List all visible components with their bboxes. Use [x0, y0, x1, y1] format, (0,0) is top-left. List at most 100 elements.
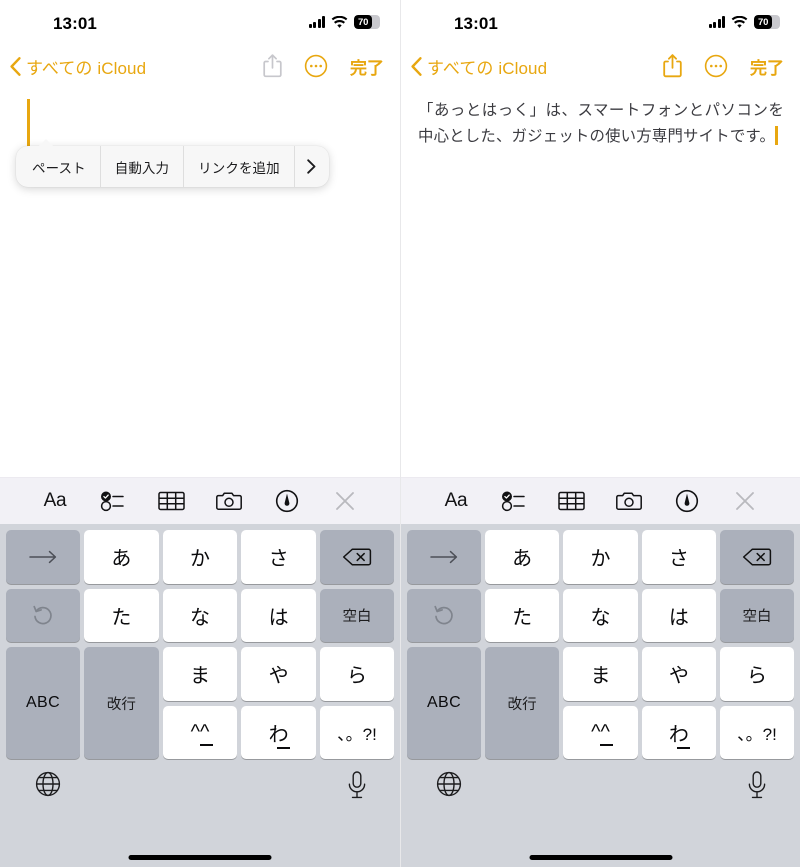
back-button-label: すべての iCloud	[427, 58, 548, 78]
status-bar-time: 13:01	[454, 14, 498, 33]
key-delete[interactable]	[720, 530, 794, 584]
note-editor[interactable]: 「あっとはっく」は、スマートフォンとパソコンを中心とした、ガジェットの使い方専門…	[401, 86, 800, 477]
format-aa-button[interactable]: Aa	[439, 484, 473, 518]
paste-menu-item-paste[interactable]: ペースト	[16, 146, 101, 187]
key-emoticon[interactable]: ^^	[563, 705, 638, 759]
key-ma[interactable]: ま	[162, 647, 238, 701]
battery-icon: 70	[354, 15, 380, 29]
navigation-actions: 完了	[663, 54, 784, 79]
key-wa[interactable]: わ	[641, 705, 716, 759]
note-editor[interactable]: ペースト 自動入力 リンクを追加	[0, 86, 400, 477]
key-underline	[600, 744, 614, 746]
key-ha[interactable]: は	[241, 588, 316, 642]
key-ka[interactable]: か	[162, 530, 238, 584]
table-button[interactable]	[555, 484, 589, 518]
key-underline	[199, 744, 213, 746]
share-icon	[263, 54, 282, 78]
close-icon	[336, 492, 354, 510]
status-bar: 13:01 70	[401, 0, 800, 46]
camera-icon	[215, 492, 242, 510]
battery-percent: 70	[358, 16, 369, 28]
back-button[interactable]: すべての iCloud	[411, 54, 547, 79]
key-ha[interactable]: は	[641, 588, 716, 642]
markup-pen-button[interactable]	[270, 484, 304, 518]
camera-icon	[615, 492, 642, 510]
note-text: 「あっとはっく」は、スマートフォンとパソコンを中心とした、ガジェットの使い方専門…	[418, 102, 784, 145]
key-delete[interactable]	[319, 530, 394, 584]
format-toolbar: Aa	[0, 477, 400, 524]
key-ma[interactable]: ま	[563, 647, 638, 701]
key-na[interactable]: な	[162, 588, 238, 642]
key-ra[interactable]: ら	[720, 647, 794, 701]
key-space[interactable]: 空白	[319, 588, 394, 642]
key-underline	[276, 747, 290, 749]
close-keyboard-button[interactable]	[328, 484, 362, 518]
key-ya[interactable]: や	[241, 647, 316, 701]
close-icon	[736, 492, 754, 510]
table-button[interactable]	[154, 484, 188, 518]
back-button[interactable]: すべての iCloud	[10, 54, 146, 79]
key-undo[interactable]	[407, 588, 481, 642]
close-keyboard-button[interactable]	[728, 484, 762, 518]
globe-icon[interactable]	[436, 771, 462, 797]
home-indicator	[529, 855, 672, 860]
paste-menu-item-add-link[interactable]: リンクを追加	[184, 146, 295, 187]
key-space[interactable]: 空白	[720, 588, 794, 642]
key-a[interactable]: あ	[485, 530, 560, 584]
share-button[interactable]	[263, 54, 282, 78]
text-cursor	[27, 99, 30, 149]
key-ya[interactable]: や	[641, 647, 716, 701]
key-emoticon-label: ^^	[190, 720, 210, 743]
format-aa-button[interactable]: Aa	[38, 484, 72, 518]
more-options-button[interactable]	[304, 54, 328, 78]
navigation-bar: すべての iCloud 完了	[401, 46, 800, 86]
camera-button[interactable]	[212, 484, 246, 518]
markup-pen-button[interactable]	[670, 484, 704, 518]
key-undo[interactable]	[6, 588, 80, 642]
key-abc[interactable]: ABC	[6, 647, 80, 759]
paste-menu-more-button[interactable]	[295, 146, 329, 187]
share-icon	[663, 54, 682, 78]
key-punctuation[interactable]: 、。?!	[720, 705, 794, 759]
camera-button[interactable]	[612, 484, 646, 518]
dual-screenshot-container: 13:01 70 すべての iCloud 完了 ペースト 自動入力 リンクを追加…	[0, 0, 800, 867]
key-ta[interactable]: た	[485, 588, 560, 642]
status-bar-indicators: 70	[708, 15, 780, 29]
key-arrow-right[interactable]	[6, 530, 80, 584]
undo-icon	[33, 606, 52, 625]
key-sa[interactable]: さ	[241, 530, 316, 584]
checklist-button[interactable]	[497, 484, 531, 518]
key-wa[interactable]: わ	[241, 705, 316, 759]
done-button[interactable]: 完了	[350, 54, 384, 79]
key-ra[interactable]: ら	[319, 647, 394, 701]
key-abc[interactable]: ABC	[407, 647, 481, 759]
battery-percent: 70	[758, 16, 769, 28]
done-button[interactable]: 完了	[750, 54, 784, 79]
globe-icon[interactable]	[35, 771, 61, 797]
microphone-icon[interactable]	[347, 771, 367, 799]
key-ka[interactable]: か	[563, 530, 638, 584]
navigation-actions: 完了	[263, 54, 384, 79]
wifi-icon	[331, 15, 348, 28]
key-na[interactable]: な	[563, 588, 638, 642]
key-emoticon[interactable]: ^^	[162, 705, 238, 759]
chevron-right-icon	[307, 159, 316, 174]
checklist-button[interactable]	[96, 484, 130, 518]
markup-pen-icon	[275, 489, 299, 513]
chevron-left-icon	[411, 56, 422, 76]
key-return[interactable]: 改行	[485, 647, 560, 759]
paste-menu-item-autofill[interactable]: 自動入力	[101, 146, 185, 187]
key-sa[interactable]: さ	[641, 530, 716, 584]
key-a[interactable]: あ	[84, 530, 159, 584]
share-button[interactable]	[663, 54, 682, 78]
key-ta[interactable]: た	[84, 588, 159, 642]
navigation-bar: すべての iCloud 完了	[0, 46, 400, 86]
phone-screen-right: 13:01 70 すべての iCloud 完了 「あっとはっく」は、スマートフォ…	[400, 0, 800, 867]
key-arrow-right[interactable]	[407, 530, 481, 584]
key-return[interactable]: 改行	[84, 647, 159, 759]
key-punctuation[interactable]: 、。?!	[319, 705, 394, 759]
arrow-right-icon	[430, 550, 458, 563]
microphone-icon[interactable]	[747, 771, 767, 799]
more-options-button[interactable]	[704, 54, 728, 78]
more-ellipsis-circle-icon	[704, 54, 728, 78]
